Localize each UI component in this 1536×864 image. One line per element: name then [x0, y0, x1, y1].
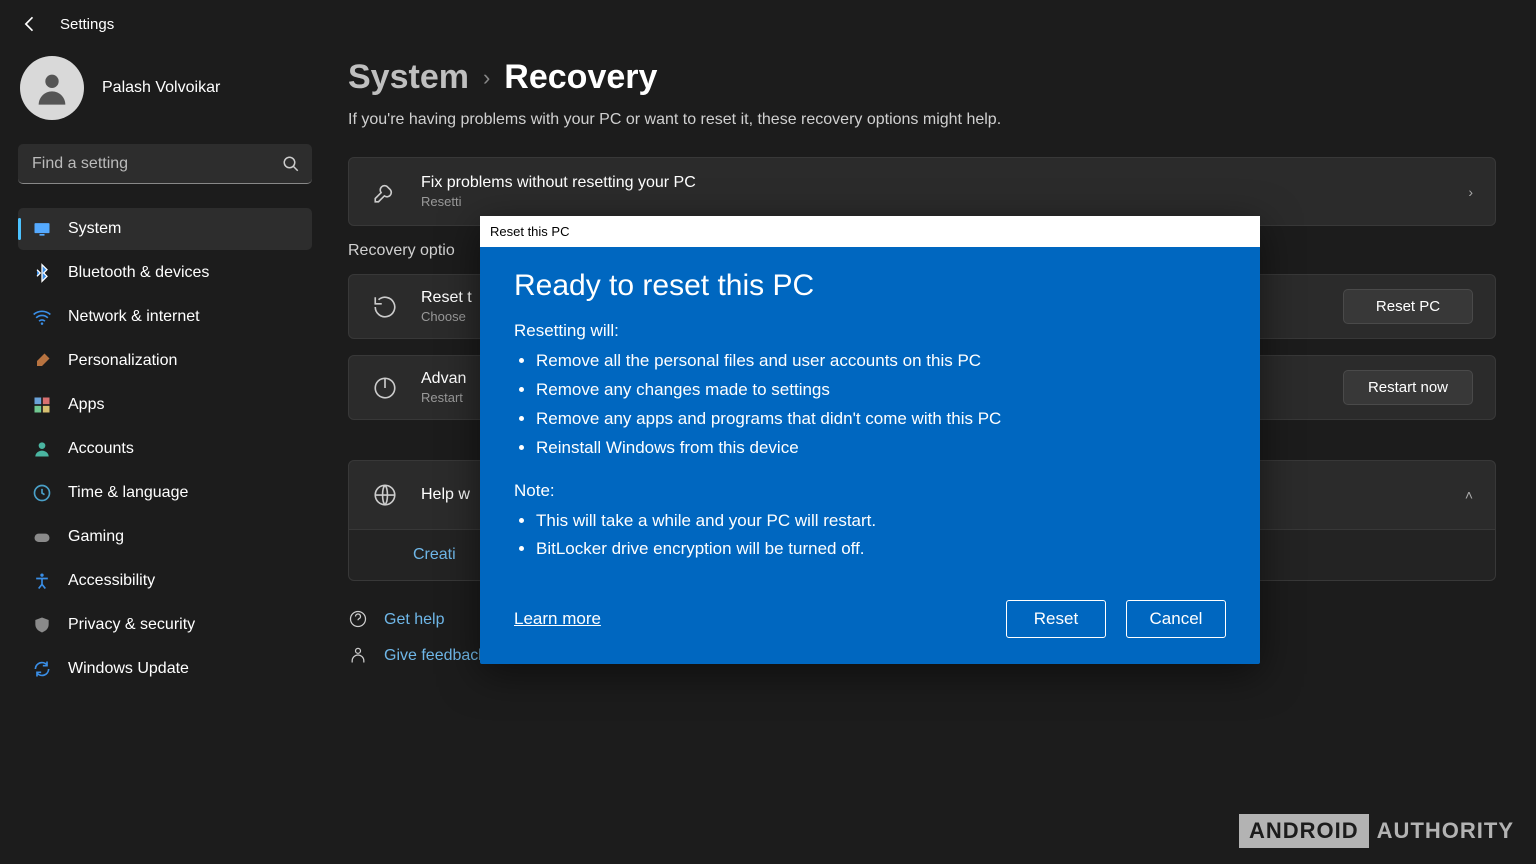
dialog-note-label: Note:: [514, 481, 1226, 501]
sidebar-item-bluetooth[interactable]: Bluetooth & devices: [18, 252, 312, 294]
card-title: Fix problems without resetting your PC: [421, 174, 1446, 192]
learn-more-link[interactable]: Learn more: [514, 609, 601, 629]
sidebar-item-label: System: [68, 220, 121, 238]
feedback-icon: [348, 645, 370, 667]
update-icon: [32, 659, 52, 679]
reset-pc-dialog: Reset this PC Ready to reset this PC Res…: [480, 216, 1260, 664]
dialog-list-item: Remove any changes made to settings: [536, 376, 1226, 405]
sidebar-item-brush[interactable]: Personalization: [18, 340, 312, 382]
sidebar-item-label: Bluetooth & devices: [68, 264, 209, 282]
sidebar-item-label: Privacy & security: [68, 616, 195, 634]
app-title: Settings: [60, 16, 114, 33]
sidebar-item-label: Network & internet: [68, 308, 200, 326]
profile-block[interactable]: Palash Volvoikar: [18, 56, 312, 120]
person-icon: [32, 439, 52, 459]
help-link[interactable]: Creati: [413, 546, 456, 563]
globe-icon: [371, 481, 399, 509]
cancel-button[interactable]: Cancel: [1126, 600, 1226, 638]
clock-icon: [32, 483, 52, 503]
system-icon: [32, 219, 52, 239]
apps-icon: [32, 395, 52, 415]
reset-icon: [371, 293, 399, 321]
sidebar-item-person[interactable]: Accounts: [18, 428, 312, 470]
sidebar-item-label: Windows Update: [68, 660, 189, 678]
shield-icon: [32, 615, 52, 635]
sidebar-item-shield[interactable]: Privacy & security: [18, 604, 312, 646]
dialog-list-item: BitLocker drive encryption will be turne…: [536, 535, 1226, 564]
sidebar-item-wifi[interactable]: Network & internet: [18, 296, 312, 338]
sidebar-item-clock[interactable]: Time & language: [18, 472, 312, 514]
give-feedback-link[interactable]: Give feedback: [384, 647, 486, 665]
page-subtitle: If you're having problems with your PC o…: [348, 111, 1496, 129]
dialog-titlebar: Reset this PC: [480, 216, 1260, 247]
dialog-resetting-label: Resetting will:: [514, 321, 1226, 341]
help-icon: [348, 609, 370, 631]
breadcrumb-current: Recovery: [504, 58, 657, 97]
sidebar-item-apps[interactable]: Apps: [18, 384, 312, 426]
dialog-list-item: Remove all the personal files and user a…: [536, 347, 1226, 376]
breadcrumb-parent[interactable]: System: [348, 58, 469, 97]
sidebar-item-update[interactable]: Windows Update: [18, 648, 312, 690]
breadcrumb: System › Recovery: [348, 58, 1496, 97]
sidebar-item-gamepad[interactable]: Gaming: [18, 516, 312, 558]
sidebar-item-label: Accounts: [68, 440, 134, 458]
profile-name: Palash Volvoikar: [102, 79, 220, 97]
gamepad-icon: [32, 527, 52, 547]
sidebar-item-accessibility[interactable]: Accessibility: [18, 560, 312, 602]
sidebar-item-label: Gaming: [68, 528, 124, 546]
chevron-right-icon: ›: [483, 65, 490, 91]
back-button[interactable]: [20, 14, 40, 34]
get-help-link[interactable]: Get help: [384, 611, 444, 629]
wrench-icon: [371, 178, 399, 206]
dialog-list-item: Remove any apps and programs that didn't…: [536, 405, 1226, 434]
card-subtitle: Resetti: [421, 194, 1446, 209]
sidebar-item-system[interactable]: System: [18, 208, 312, 250]
power-icon: [371, 374, 399, 402]
search-input[interactable]: [18, 144, 312, 184]
chevron-right-icon: ›: [1468, 184, 1473, 200]
avatar: [20, 56, 84, 120]
search-icon: [282, 155, 300, 173]
dialog-heading: Ready to reset this PC: [514, 269, 1226, 303]
sidebar-item-label: Accessibility: [68, 572, 155, 590]
dialog-list-item: Reinstall Windows from this device: [536, 434, 1226, 463]
sidebar-item-label: Time & language: [68, 484, 188, 502]
restart-now-button[interactable]: Restart now: [1343, 370, 1473, 405]
watermark: ANDROID AUTHORITY: [1239, 814, 1514, 848]
sidebar-item-label: Personalization: [68, 352, 177, 370]
wifi-icon: [32, 307, 52, 327]
brush-icon: [32, 351, 52, 371]
chevron-up-icon: ˄: [1465, 487, 1473, 503]
sidebar-item-label: Apps: [68, 396, 104, 414]
reset-pc-button[interactable]: Reset PC: [1343, 289, 1473, 324]
bluetooth-icon: [32, 263, 52, 283]
reset-button[interactable]: Reset: [1006, 600, 1106, 638]
accessibility-icon: [32, 571, 52, 591]
dialog-list-item: This will take a while and your PC will …: [536, 507, 1226, 536]
